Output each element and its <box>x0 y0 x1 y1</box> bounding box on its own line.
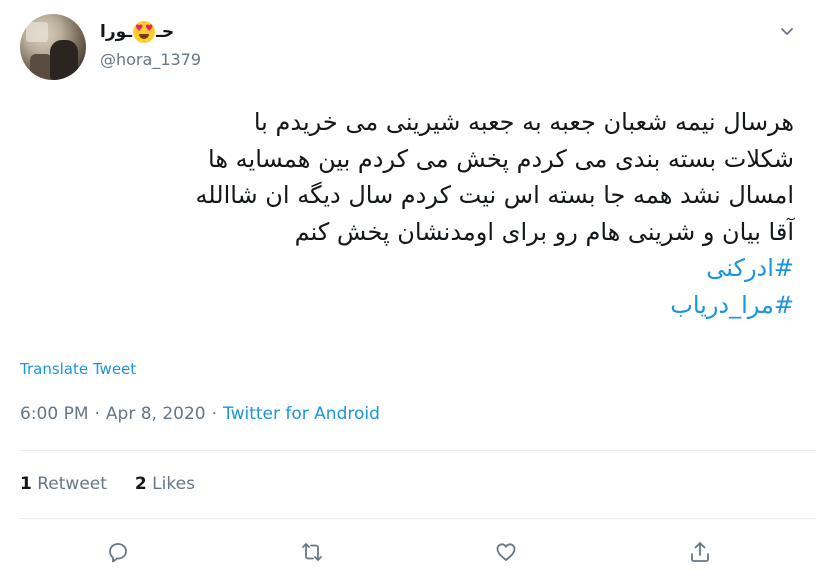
user-handle[interactable]: @hora_1379 <box>100 50 201 69</box>
retweet-icon[interactable] <box>299 539 325 565</box>
tweet-actions <box>0 534 816 570</box>
heart-icon[interactable] <box>493 539 519 565</box>
hashtag-link[interactable]: #مرا_دریاب <box>24 287 794 324</box>
tweet-source-link[interactable]: Twitter for Android <box>223 404 380 424</box>
tweet-line: هرسال نیمه شعبان جعبه به جعبه شیرینی می … <box>253 108 794 136</box>
divider <box>20 518 816 519</box>
divider <box>20 450 816 451</box>
tweet-stats: 1 Retweet 2 Likes <box>20 474 195 494</box>
tweet-text: هرسال نیمه شعبان جعبه به جعبه شیرینی می … <box>24 104 794 323</box>
reply-icon[interactable] <box>105 539 131 565</box>
likes-stat[interactable]: 2 Likes <box>135 474 195 494</box>
tweet-line: امسال نشد همه جا بسته اس نیت کردم سال دی… <box>195 181 794 209</box>
avatar[interactable] <box>20 14 86 80</box>
retweets-label: Retweet <box>37 474 107 494</box>
avatar-detail <box>50 40 78 80</box>
tweet-date[interactable]: Apr 8, 2020 <box>106 404 206 424</box>
chevron-down-icon[interactable] <box>780 24 794 38</box>
meta-separator: · <box>211 404 218 424</box>
tweet-meta: 6:00 PM · Apr 8, 2020 · Twitter for Andr… <box>20 404 380 424</box>
avatar-detail <box>30 54 52 80</box>
retweets-count: 1 <box>20 474 32 494</box>
translate-tweet-link[interactable]: Translate Tweet <box>20 360 136 378</box>
retweets-stat[interactable]: 1 Retweet <box>20 474 107 494</box>
avatar-detail <box>26 22 48 42</box>
display-name-part: ـورا <box>100 22 133 42</box>
heart-eyes-emoji-icon: ♥ ♥ <box>133 21 156 43</box>
display-name[interactable]: حـ ♥ ♥ ـورا <box>100 18 174 46</box>
likes-label: Likes <box>152 474 195 494</box>
tweet-line: شکلات بسته بندی می کردم پخش می کردم بین … <box>208 144 794 173</box>
tweet-line: آقا بیان و شرینی هام رو برای اومدنشان پخ… <box>294 217 794 246</box>
tweet-time[interactable]: 6:00 PM <box>20 404 89 424</box>
likes-count: 2 <box>134 474 147 494</box>
meta-separator: · <box>94 404 100 424</box>
hashtag-link[interactable]: #ادرکنی <box>24 250 794 287</box>
share-icon[interactable] <box>687 539 713 565</box>
display-name-part: حـ <box>156 22 175 42</box>
